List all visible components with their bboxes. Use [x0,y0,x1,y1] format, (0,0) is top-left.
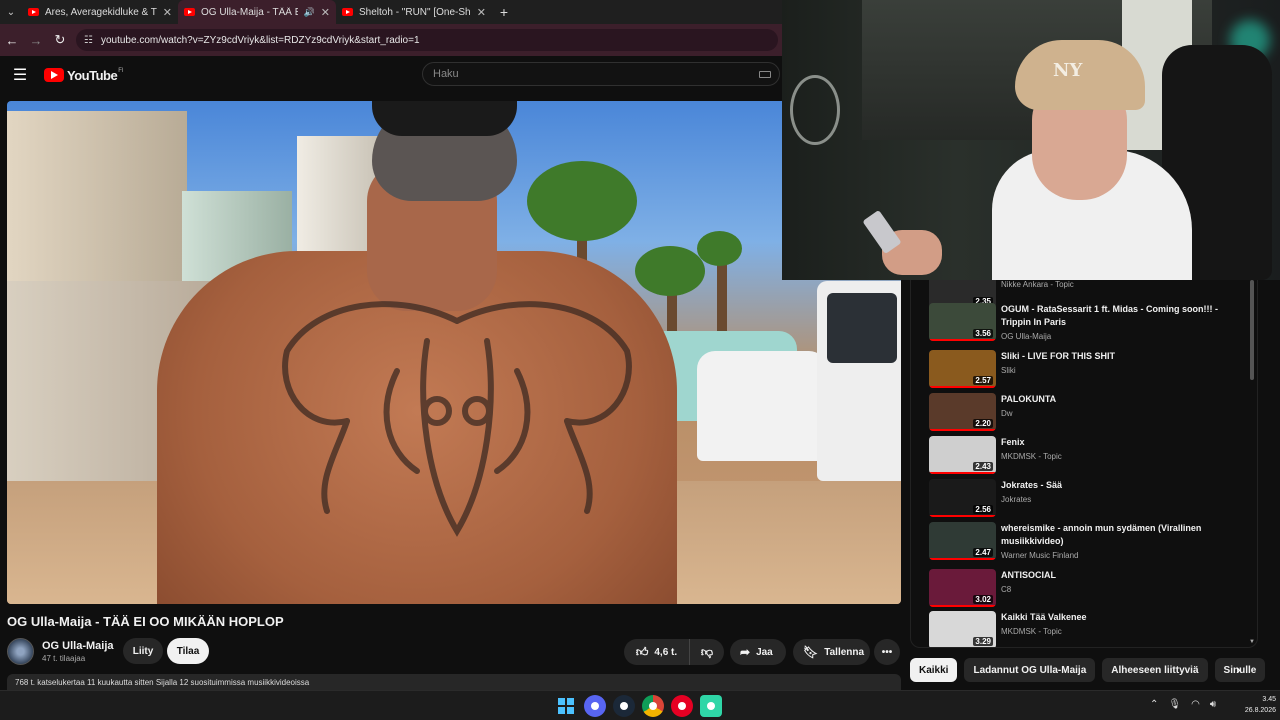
chip-all[interactable]: Kaikki [910,658,958,682]
youtube-masthead: ☰ YouTube FI Haku [0,56,782,94]
search-input[interactable]: Haku [422,62,780,86]
taskbar-apps [555,695,729,717]
close-tab-icon[interactable]: ✕ [321,6,330,19]
youtube-favicon-icon [184,8,195,16]
video-frame-van [817,281,901,481]
youtube-play-icon [44,68,64,82]
video-thumbnail[interactable]: 2.47 [929,522,996,560]
scroll-down-icon[interactable]: ▼ [1249,639,1255,645]
like-button[interactable]: 👍︎ 4,6 t. [624,639,690,665]
subscribe-button[interactable]: Tilaa [167,638,209,664]
tab-search-chevron-icon[interactable]: ⌄ [0,0,22,24]
list-item[interactable]: 2.20 PALOKUNTA Dw [929,393,1239,431]
thumbs-up-icon: 👍︎ [635,644,649,659]
list-item[interactable]: 2.43 Fenix MKDMSK - Topic [929,436,1239,474]
share-button[interactable]: ➦ Jaa [730,639,786,665]
dislike-button[interactable]: 👎︎ [690,639,724,665]
video-player[interactable] [7,101,901,604]
video-thumbnail[interactable]: 2.43 [929,436,996,474]
youtube-favicon-icon [28,8,39,16]
bookmark-icon: 🔖︎ [803,645,819,659]
tray-overflow-icon[interactable]: ⌃ [1150,699,1158,710]
wifi-icon[interactable]: ◠ [1191,699,1200,710]
taskbar: ⌃ 🎙︎ ◠ 🔊︎ 3.45 26.8.2026 [0,690,1280,720]
new-tab-button[interactable]: + [492,4,516,20]
video-thumbnail[interactable]: 2.20 [929,393,996,431]
reload-icon[interactable]: ↻ [48,32,72,48]
video-thumbnail[interactable]: 2.56 [929,479,996,517]
more-actions-button[interactable]: ••• [874,639,900,665]
description-box[interactable]: 768 t. katselukertaa 11 kuukautta sitten… [7,674,901,690]
speaker-icon[interactable]: 🔊 [304,7,315,18]
list-item[interactable]: 3.56 OGUM - RataSessarit 1 ft. Midas - C… [929,303,1239,341]
cap-logo: NY [1053,60,1083,81]
back-arrow-icon[interactable]: ← [0,33,24,48]
browser-tab-strip: ⌄ Ares, Averagekidluke & Turisti ✕ OG Ul… [0,0,782,24]
channel-info: OG Ulla-Maija 47 t. tilaajaa [42,640,114,663]
close-tab-icon[interactable]: ✕ [163,6,172,19]
tab-og-ulla-maija[interactable]: OG Ulla-Maija - TÄÄ EI OO 🔊 ✕ [178,0,336,24]
video-thumbnail[interactable]: 3.02 [929,569,996,607]
webcam-person-cap: NY [1015,40,1145,110]
back-tattoo-illustration [282,301,632,537]
like-dislike-group: 👍︎ 4,6 t. 👎︎ [624,639,724,665]
chip-uploaded-by[interactable]: Ladannut OG Ulla-Maija [964,658,1096,682]
steam-icon[interactable] [613,695,635,717]
list-item[interactable]: 2.56 Jokrates - Sää Jokrates [929,479,1239,517]
address-bar[interactable]: ☷ youtube.com/watch?v=ZYz9cdVriyk&list=R… [76,29,778,51]
video-title: OG Ulla-Maija - TÄÄ EI OO MIKÄÄN HOPLOP [7,614,284,629]
close-tab-icon[interactable]: ✕ [477,6,486,19]
tab-ares[interactable]: Ares, Averagekidluke & Turisti ✕ [22,0,178,24]
more-dots-icon: ••• [881,646,893,658]
share-arrow-icon: ➦ [740,645,751,659]
system-clock[interactable]: 3.45 26.8.2026 [1232,694,1276,716]
microphone-icon[interactable]: 🎙︎ [1168,699,1181,710]
discord-icon[interactable] [584,695,606,717]
video-thumbnail[interactable]: 3.56 [929,303,996,341]
chip-related[interactable]: Alheeseen liittyviä [1102,658,1208,682]
channel-name[interactable]: OG Ulla-Maija [42,640,114,652]
channel-avatar[interactable] [7,637,34,665]
system-tray: ⌃ 🎙︎ ◠ 🔊︎ [1150,699,1226,710]
video-frame-person [157,101,677,604]
list-item[interactable]: 2.47 whereismike - annoin mun sydämen (V… [929,522,1239,560]
keyboard-icon[interactable] [759,71,771,78]
subscriber-count: 47 t. tilaajaa [42,653,86,663]
youtube-logo[interactable]: YouTube FI [44,68,124,83]
chrome-icon[interactable] [642,695,664,717]
list-item[interactable]: 3.02 ANTISOCIAL C8 [929,569,1239,607]
video-thumbnail[interactable]: 2.57 [929,350,996,388]
join-button[interactable]: Liity [123,638,163,664]
screen: ⌄ Ares, Averagekidluke & Turisti ✕ OG Ul… [0,0,1280,720]
like-count: 4,6 t. [654,646,678,658]
channel-owner: OG Ulla-Maija 47 t. tilaajaa [7,636,114,666]
volume-icon[interactable]: 🔊︎ [1210,699,1216,710]
list-item[interactable]: 2.57 Sliki - LIVE FOR THIS SHIT Sliki [929,350,1239,388]
youtube-favicon-icon [342,8,353,16]
windows-start-icon[interactable] [555,695,577,717]
list-item[interactable]: 3.29 Kaikki Tää Valkenee MKDMSK - Topic [929,611,1239,647]
video-frame-car [697,351,827,461]
forward-arrow-icon[interactable]: → [24,33,48,48]
tab-sheltoh[interactable]: Sheltoh - "RUN" [One-Shot] - \ ✕ [336,0,492,24]
filter-chips: Kaikki Ladannut OG Ulla-Maija Alheeseen … [910,657,1266,683]
save-button[interactable]: 🔖︎ Tallenna [793,639,870,665]
video-frame-palm-leaves [697,231,742,266]
site-info-icon[interactable]: ☷ [84,35,93,46]
webcam-overlay: NY [782,0,1280,280]
webcam-fan [790,75,840,145]
menu-icon[interactable]: ☰ [0,65,40,85]
up-next-list[interactable]: 2.35 Nikke Ankara - Topic 3.56 OGUM - Ra… [910,280,1258,648]
browser-toolbar: ← → ↻ ☷ youtube.com/watch?v=ZYz9cdVriyk&… [0,24,782,56]
thumbs-down-icon: 👎︎ [700,644,714,659]
pinterest-icon[interactable] [671,695,693,717]
sidebar-scrollbar[interactable] [1250,280,1254,380]
address-url: youtube.com/watch?v=ZYz9cdVriyk&list=RDZ… [100,34,420,46]
chevron-right-icon[interactable]: › [1236,661,1241,677]
video-thumbnail[interactable]: 3.29 [929,611,996,647]
app-hub-icon[interactable] [700,695,722,717]
